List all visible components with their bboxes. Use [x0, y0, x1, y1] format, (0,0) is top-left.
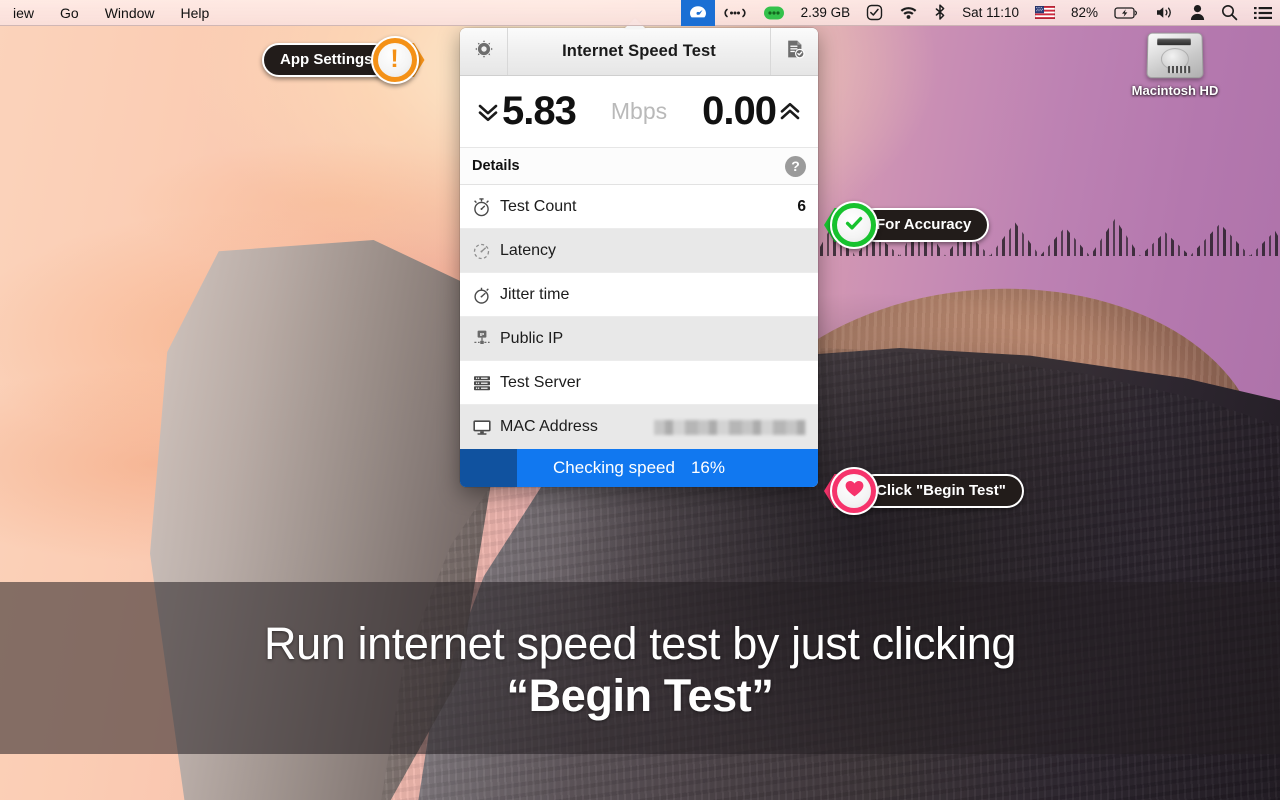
- table-row[interactable]: Jitter time: [460, 273, 818, 317]
- network-activity-icon[interactable]: [715, 0, 755, 26]
- user-icon[interactable]: [1182, 0, 1213, 26]
- window-title: Internet Speed Test: [562, 42, 716, 60]
- latency-gauge-icon: [472, 241, 500, 261]
- upload-speed-value: 0.00: [702, 89, 777, 133]
- caption-overlay: Run internet speed test by just clicking…: [0, 582, 1280, 754]
- battery-percent-label[interactable]: 82%: [1063, 0, 1106, 26]
- table-row[interactable]: IP Public IP: [460, 317, 818, 361]
- heart-icon: [844, 479, 865, 504]
- row-label: Test Server: [500, 373, 581, 391]
- caption-line-2: “Begin Test”: [506, 670, 774, 721]
- report-check-icon: [783, 37, 807, 66]
- help-button[interactable]: ?: [785, 155, 806, 177]
- wifi-icon[interactable]: [891, 0, 926, 26]
- table-row[interactable]: Test Server: [460, 361, 818, 405]
- jitter-stopwatch-icon: [472, 285, 500, 305]
- progress-label-group: Checking speed 16%: [553, 458, 725, 478]
- settings-button[interactable]: [460, 28, 508, 75]
- clock-label[interactable]: Sat 11:10: [954, 0, 1027, 26]
- download-speed-value: 5.83: [502, 89, 577, 133]
- row-label: Jitter time: [500, 285, 570, 303]
- screen: iew Go Window Help 2.39 GB Sat 11:10 82%…: [0, 0, 1280, 800]
- server-rack-icon: [472, 373, 500, 393]
- us-flag-icon[interactable]: [1027, 0, 1063, 26]
- menu-view[interactable]: iew: [0, 0, 47, 26]
- checkmark-box-icon[interactable]: [858, 0, 891, 26]
- window-header: Internet Speed Test: [460, 28, 818, 76]
- battery-charging-icon[interactable]: [1106, 0, 1147, 26]
- menu-bar-left: iew Go Window Help: [0, 0, 222, 26]
- callout-app-settings-badge: !: [370, 36, 419, 84]
- details-title: Details: [472, 158, 520, 174]
- menu-bar: iew Go Window Help 2.39 GB Sat 11:10 82%: [0, 0, 1280, 26]
- menu-go[interactable]: Go: [47, 0, 92, 26]
- details-header: Details ?: [460, 148, 818, 185]
- menu-help[interactable]: Help: [168, 0, 223, 26]
- speed-readout-row: 5.83 Mbps 0.00: [460, 76, 818, 148]
- report-button[interactable]: [770, 28, 818, 75]
- callout-begin-test-label: Click "Begin Test": [858, 473, 1024, 509]
- callout-begin-test-badge: [830, 467, 878, 515]
- callout-for-accuracy: For Accuracy: [824, 201, 990, 249]
- hard-drive-icon: [1146, 32, 1204, 79]
- memory-usage-label[interactable]: 2.39 GB: [793, 0, 859, 26]
- exclamation-icon: !: [390, 44, 399, 73]
- callout-app-settings: App Settings !: [262, 36, 425, 84]
- stopwatch-icon: [472, 197, 500, 217]
- callout-begin-test: Click "Begin Test": [824, 467, 1024, 515]
- callout-for-accuracy-badge: [830, 201, 878, 249]
- speed-unit-label: Mbps: [610, 98, 668, 124]
- double-chevron-down-icon: [474, 97, 502, 127]
- caption-line-1: Run internet speed test by just clicking: [264, 617, 1016, 669]
- table-row[interactable]: MAC Address: [460, 405, 818, 449]
- bluetooth-icon[interactable]: [926, 0, 954, 26]
- speedtest-menu-icon[interactable]: [680, 0, 715, 26]
- desktop-icon-macintosh-hd[interactable]: Macintosh HD: [1120, 32, 1230, 98]
- progress-status-text: Checking speed: [553, 458, 675, 477]
- spotlight-search-icon[interactable]: [1213, 0, 1246, 26]
- row-label: Latency: [500, 241, 557, 259]
- row-label: Test Count: [500, 197, 577, 215]
- notification-center-icon[interactable]: [1246, 0, 1280, 26]
- upload-speed-group: 0.00: [702, 89, 804, 134]
- progress-bar-fill: [460, 449, 518, 487]
- menu-bar-status-area: 2.39 GB Sat 11:10 82%: [680, 0, 1280, 26]
- row-label: MAC Address: [500, 418, 598, 435]
- table-row[interactable]: Test Count 6: [460, 185, 818, 229]
- row-value: 6: [797, 197, 806, 215]
- checkmark-icon: [843, 212, 865, 239]
- monitor-icon: [472, 418, 500, 436]
- progress-bar[interactable]: Checking speed 16%: [460, 449, 818, 487]
- progress-percent-text: 16%: [690, 458, 725, 477]
- green-dots-icon[interactable]: [755, 0, 793, 26]
- internet-speed-test-window: Internet Speed Test 5.83 Mbps 0.00 Detai…: [460, 28, 818, 487]
- double-chevron-up-icon: [776, 97, 804, 127]
- download-speed-group: 5.83: [474, 89, 577, 134]
- gear-icon: [472, 37, 496, 66]
- mac-address-redacted-value: [654, 419, 806, 435]
- menu-window[interactable]: Window: [92, 0, 168, 26]
- table-row[interactable]: Latency: [460, 229, 818, 273]
- row-label: Public IP: [500, 329, 564, 347]
- desktop-icon-label: Macintosh HD: [1131, 83, 1219, 98]
- public-ip-icon: IP: [472, 329, 500, 349]
- svg-text:IP: IP: [480, 331, 484, 336]
- volume-icon[interactable]: [1147, 0, 1182, 26]
